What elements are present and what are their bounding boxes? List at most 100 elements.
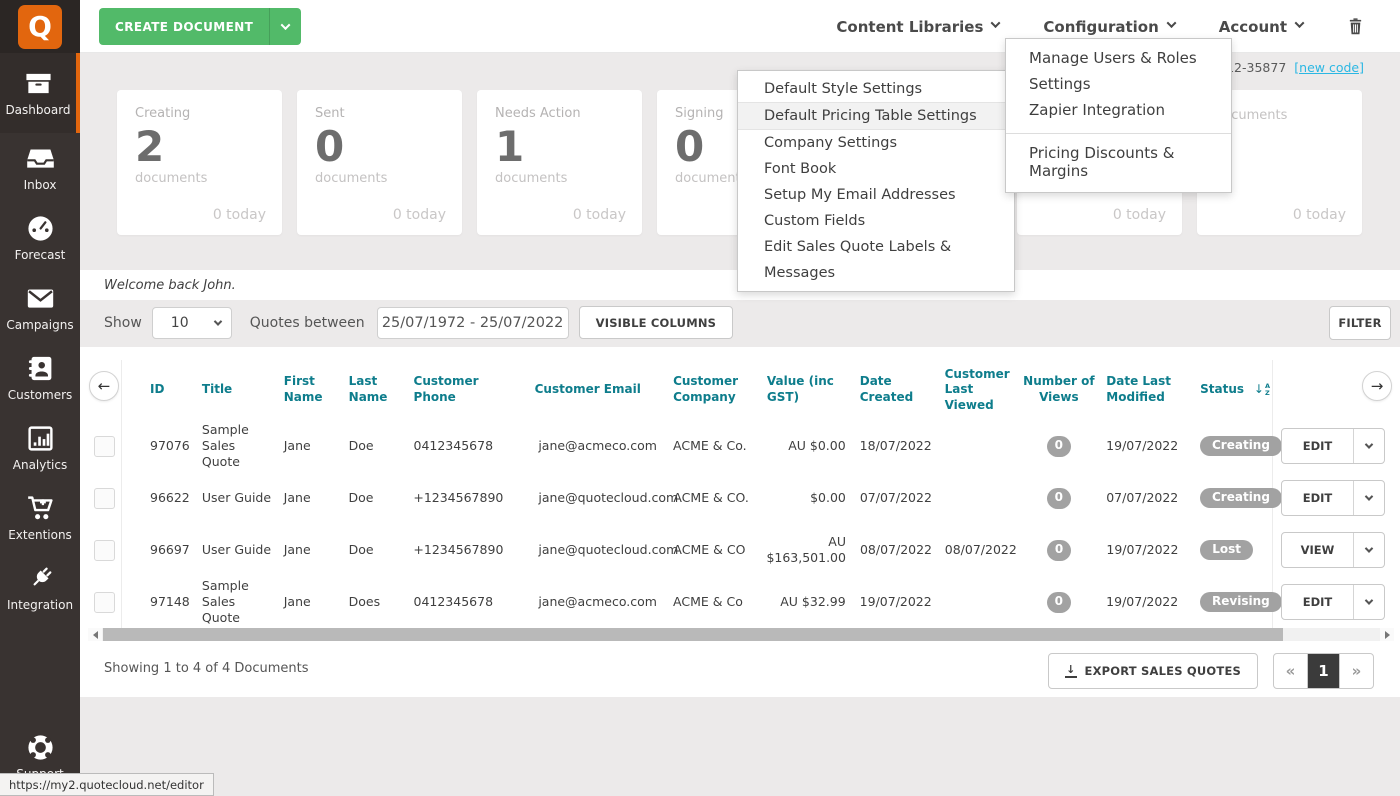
stat-card-creating[interactable]: Creating 2 documents 0 today — [117, 90, 282, 235]
topnav-label: Content Libraries — [836, 18, 983, 36]
cell-title: Sample Sales Quote — [196, 578, 276, 627]
cell-value: AU $0.00 — [755, 438, 852, 454]
stat-card-sent[interactable]: Sent 0 documents 0 today — [297, 90, 462, 235]
topnav-account[interactable]: Account — [1219, 18, 1303, 36]
sidebar-item-label: Forecast — [15, 248, 66, 262]
col-header-customer-email[interactable]: Customer Email — [500, 382, 667, 398]
chevron-down-icon[interactable] — [1353, 481, 1384, 515]
pagination-prev-button[interactable]: « — [1274, 654, 1307, 688]
submenu-item-edit-sales-quote-labels[interactable]: Edit Sales Quote Labels & Messages — [738, 234, 1014, 286]
edit-button[interactable]: EDIT — [1282, 585, 1353, 619]
visible-columns-button[interactable]: VISIBLE COLUMNS — [579, 306, 734, 339]
sidebar-item-extentions[interactable]: Extentions — [0, 483, 80, 553]
submenu-item-custom-fields[interactable]: Custom Fields — [738, 208, 1014, 234]
filter-button[interactable]: FILTER — [1329, 306, 1391, 340]
menu-item-pricing-discounts-margins[interactable]: Pricing Discounts & Margins — [1006, 134, 1231, 192]
scrollbar-left-arrow[interactable] — [88, 628, 102, 641]
stat-card-needs-action[interactable]: Needs Action 1 documents 0 today — [477, 90, 642, 235]
cell-phone: 0412345678 — [408, 594, 501, 610]
col-header-first-name[interactable]: First Name — [276, 374, 341, 405]
col-header-customer-last-viewed[interactable]: Customer Last Viewed — [937, 367, 1022, 414]
scroll-columns-right-button[interactable]: → — [1362, 371, 1392, 401]
chevron-down-icon[interactable] — [1353, 585, 1384, 619]
archive-box-icon — [24, 69, 53, 98]
edit-button[interactable]: EDIT — [1282, 429, 1353, 463]
col-header-id[interactable]: ID — [122, 382, 196, 398]
create-document-label[interactable]: CREATE DOCUMENT — [99, 8, 269, 45]
chevron-down-icon[interactable] — [1353, 429, 1384, 463]
horizontal-scrollbar[interactable] — [88, 628, 1394, 641]
topnav-content-libraries[interactable]: Content Libraries — [836, 18, 999, 36]
col-header-date-created[interactable]: Date Created — [852, 374, 937, 405]
menu-item-zapier-integration[interactable]: Zapier Integration — [1006, 97, 1231, 123]
row-checkbox[interactable] — [94, 488, 115, 509]
cell-phone: +1234567890 — [407, 542, 500, 558]
page-size-value: 10 — [171, 315, 189, 331]
cell-id: 97148 — [122, 594, 196, 610]
menu-item-manage-users-roles[interactable]: Manage Users & Roles — [1006, 45, 1231, 71]
row-checkbox[interactable] — [94, 540, 115, 561]
row-action-button[interactable]: EDIT — [1281, 428, 1385, 464]
app-logo[interactable]: Q — [0, 0, 80, 53]
chevron-down-icon[interactable] — [269, 8, 301, 45]
trash-icon[interactable] — [1347, 17, 1364, 36]
submenu-item-setup-my-email-addresses[interactable]: Setup My Email Addresses — [738, 182, 1014, 208]
new-code-link[interactable]: [new code] — [1294, 60, 1364, 75]
col-header-customer-phone[interactable]: Customer Phone — [408, 374, 501, 405]
submenu-item-font-book[interactable]: Font Book — [738, 156, 1014, 182]
pagination-next-button[interactable]: » — [1340, 654, 1373, 688]
chevron-down-icon — [214, 317, 222, 325]
cell-date-modified: 07/07/2022 — [1096, 490, 1186, 506]
sidebar-item-forecast[interactable]: Forecast — [0, 203, 80, 273]
scrollbar-thumb[interactable] — [103, 628, 1283, 641]
cell-id: 97076 — [122, 438, 196, 454]
row-action-button[interactable]: EDIT — [1281, 584, 1385, 620]
row-action-button[interactable]: VIEW — [1281, 532, 1385, 568]
card-unit: documents — [135, 171, 264, 186]
sidebar-item-customers[interactable]: Customers — [0, 343, 80, 413]
view-button[interactable]: VIEW — [1282, 533, 1353, 567]
chevron-down-icon[interactable] — [1353, 533, 1384, 567]
sidebar-item-inbox[interactable]: Inbox — [0, 133, 80, 203]
scroll-columns-left-button[interactable]: ← — [89, 371, 119, 401]
edit-button[interactable]: EDIT — [1282, 481, 1353, 515]
col-header-status[interactable]: Status ↓ AZ — [1186, 382, 1272, 398]
topnav-label: Account — [1219, 18, 1287, 36]
date-range-input[interactable]: 25/07/1972 - 25/07/2022 — [377, 307, 569, 339]
cell-last-name: Does — [341, 594, 408, 610]
export-sales-quotes-button[interactable]: ↓ EXPORT SALES QUOTES — [1048, 653, 1258, 689]
cell-company: ACME & Co — [667, 594, 755, 610]
col-header-last-name[interactable]: Last Name — [341, 374, 408, 405]
sidebar-item-label: Customers — [8, 388, 73, 402]
cell-title: User Guide — [196, 490, 276, 506]
views-badge: 0 — [1047, 488, 1071, 509]
submenu-item-company-settings[interactable]: Company Settings — [738, 130, 1014, 156]
logo-letter: Q — [28, 13, 52, 41]
col-header-date-last-modified[interactable]: Date Last Modified — [1096, 374, 1186, 405]
sort-alpha-down-icon[interactable]: ↓ AZ — [1254, 382, 1270, 398]
col-header-number-of-views[interactable]: Number of Views — [1021, 374, 1096, 405]
sidebar-item-campaigns[interactable]: Campaigns — [0, 273, 80, 343]
cell-value: $0.00 — [755, 490, 852, 506]
pagination-current-page[interactable]: 1 — [1307, 654, 1340, 688]
sidebar-item-integration[interactable]: Integration — [0, 553, 80, 623]
row-checkbox[interactable] — [94, 436, 115, 457]
create-document-button[interactable]: CREATE DOCUMENT — [99, 8, 301, 45]
table-controls: Show 10 Quotes between 25/07/1972 - 25/0… — [104, 306, 733, 339]
sidebar-item-analytics[interactable]: Analytics — [0, 413, 80, 483]
row-checkbox[interactable] — [94, 592, 115, 613]
col-header-title[interactable]: Title — [196, 382, 276, 398]
scrollbar-right-arrow[interactable] — [1380, 628, 1394, 641]
menu-item-settings[interactable]: Settings — [1006, 71, 1231, 97]
card-today: 0 today — [213, 207, 266, 223]
col-header-customer-company[interactable]: Customer Company — [667, 374, 755, 405]
status-badge: Creating — [1200, 436, 1282, 456]
submenu-item-default-style-settings[interactable]: Default Style Settings — [738, 76, 1014, 102]
submenu-item-default-pricing-table-settings[interactable]: Default Pricing Table Settings — [738, 102, 1014, 130]
row-action-button[interactable]: EDIT — [1281, 480, 1385, 516]
sidebar-item-dashboard[interactable]: Dashboard — [0, 53, 80, 133]
page-size-select[interactable]: 10 — [152, 307, 232, 339]
topnav-configuration[interactable]: Configuration — [1043, 18, 1174, 36]
col-header-value[interactable]: Value (inc GST) — [755, 374, 852, 405]
showing-count-text: Showing 1 to 4 of 4 Documents — [104, 661, 309, 676]
